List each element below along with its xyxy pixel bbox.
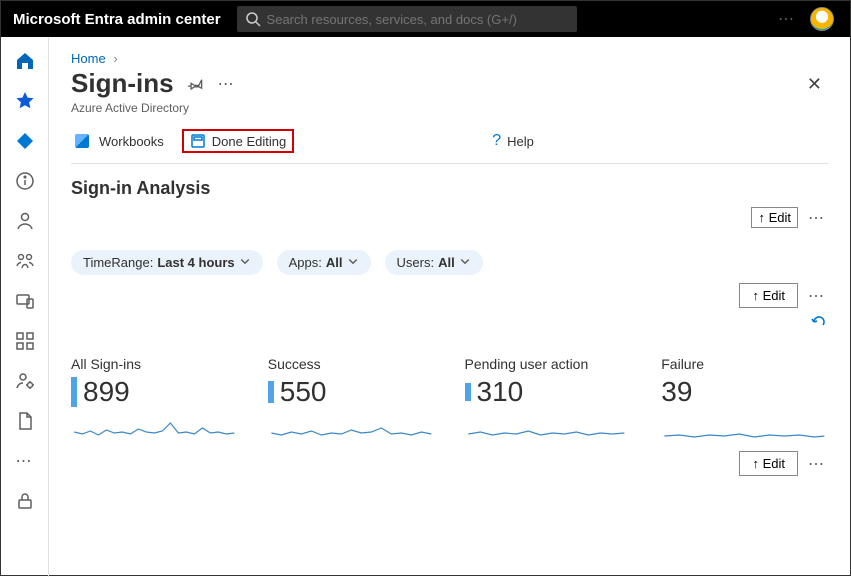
lock-icon[interactable] bbox=[15, 491, 35, 511]
page-subtitle: Azure Active Directory bbox=[71, 101, 807, 115]
save-icon[interactable] bbox=[308, 132, 312, 151]
product-title: Microsoft Entra admin center bbox=[13, 11, 221, 28]
info-icon[interactable] bbox=[15, 171, 35, 191]
kpi-all-signins: All Sign-ins 899 bbox=[71, 356, 238, 443]
document-icon[interactable] bbox=[15, 411, 35, 431]
title-more-icon[interactable]: ⋯ bbox=[218, 74, 236, 94]
undo-icon[interactable] bbox=[810, 312, 826, 328]
avatar[interactable] bbox=[810, 7, 834, 31]
roles-icon[interactable] bbox=[15, 371, 35, 391]
section-title: Sign-in Analysis bbox=[71, 178, 828, 199]
filter-bar: TimeRange: Last 4 hours Apps: All Users:… bbox=[71, 250, 828, 275]
help-icon: ? bbox=[492, 132, 501, 150]
user-icon[interactable] bbox=[15, 211, 35, 231]
help-button[interactable]: ? Help bbox=[488, 130, 538, 152]
devices-icon[interactable] bbox=[15, 291, 35, 311]
done-editing-button[interactable]: Done Editing bbox=[182, 129, 294, 153]
code-icon[interactable] bbox=[452, 132, 456, 151]
sparkline-success bbox=[268, 418, 435, 443]
edit-button-2[interactable]: ↑ Edit bbox=[739, 283, 798, 308]
settings-icon[interactable] bbox=[344, 132, 348, 151]
edit-more-3-icon[interactable]: ⋯ bbox=[808, 454, 826, 474]
done-editing-icon bbox=[190, 133, 206, 149]
breadcrumb-home[interactable]: Home bbox=[71, 51, 106, 66]
filter-apps[interactable]: Apps: All bbox=[277, 250, 371, 275]
workbooks-button[interactable]: Workbooks bbox=[71, 132, 168, 151]
search-icon bbox=[245, 11, 261, 27]
cloud-icon[interactable] bbox=[416, 132, 420, 151]
workbooks-icon bbox=[75, 134, 89, 148]
chevron-right-icon: › bbox=[113, 51, 117, 66]
page-title: Sign-ins bbox=[71, 68, 174, 99]
global-search-input[interactable] bbox=[267, 12, 569, 27]
feedback-icon[interactable] bbox=[470, 132, 474, 151]
refresh-icon[interactable] bbox=[398, 132, 402, 151]
sparkline-failure bbox=[661, 418, 828, 443]
topbar-more-icon[interactable]: ⋯ bbox=[778, 9, 796, 29]
chevron-down-icon bbox=[347, 255, 359, 270]
global-search[interactable] bbox=[237, 6, 577, 32]
diamond-icon[interactable] bbox=[15, 131, 35, 151]
breadcrumb[interactable]: Home › bbox=[71, 45, 828, 68]
edit-pencil-icon[interactable] bbox=[362, 132, 366, 151]
filter-timerange[interactable]: TimeRange: Last 4 hours bbox=[71, 250, 263, 275]
kpi-failure: Failure 39 bbox=[661, 356, 828, 443]
rail-more-icon[interactable]: ⋯ bbox=[16, 451, 34, 471]
kpi-row: All Sign-ins 899 Success 550 Pending use… bbox=[71, 356, 828, 443]
edit-button-3[interactable]: ↑ Edit bbox=[739, 451, 798, 476]
topbar: Microsoft Entra admin center ⋯ bbox=[1, 1, 850, 37]
home-icon[interactable] bbox=[15, 51, 35, 71]
edit-button-1[interactable]: ↑ Edit bbox=[751, 207, 798, 228]
sparkline-pending bbox=[465, 418, 632, 443]
filter-users[interactable]: Users: All bbox=[385, 250, 483, 275]
kpi-success: Success 550 bbox=[268, 356, 435, 443]
pin-icon[interactable] bbox=[188, 76, 204, 92]
command-bar: Workbooks Done Editing bbox=[71, 115, 828, 164]
edit-more-1-icon[interactable]: ⋯ bbox=[808, 208, 826, 228]
group-icon[interactable] bbox=[15, 251, 35, 271]
chevron-down-icon bbox=[459, 255, 471, 270]
sparkline-all bbox=[71, 418, 238, 443]
save-as-icon[interactable] bbox=[326, 132, 330, 151]
close-icon[interactable]: ✕ bbox=[807, 74, 822, 95]
favorites-icon[interactable] bbox=[15, 91, 35, 111]
chevron-down-icon bbox=[239, 255, 251, 270]
chevron-down-icon[interactable] bbox=[380, 132, 384, 151]
pin-toolbar-icon[interactable] bbox=[434, 132, 438, 151]
edit-more-2-icon[interactable]: ⋯ bbox=[808, 286, 826, 306]
apps-icon[interactable] bbox=[15, 331, 35, 351]
left-nav-rail: ⋯ bbox=[1, 37, 49, 577]
kpi-pending: Pending user action 310 bbox=[465, 356, 632, 443]
